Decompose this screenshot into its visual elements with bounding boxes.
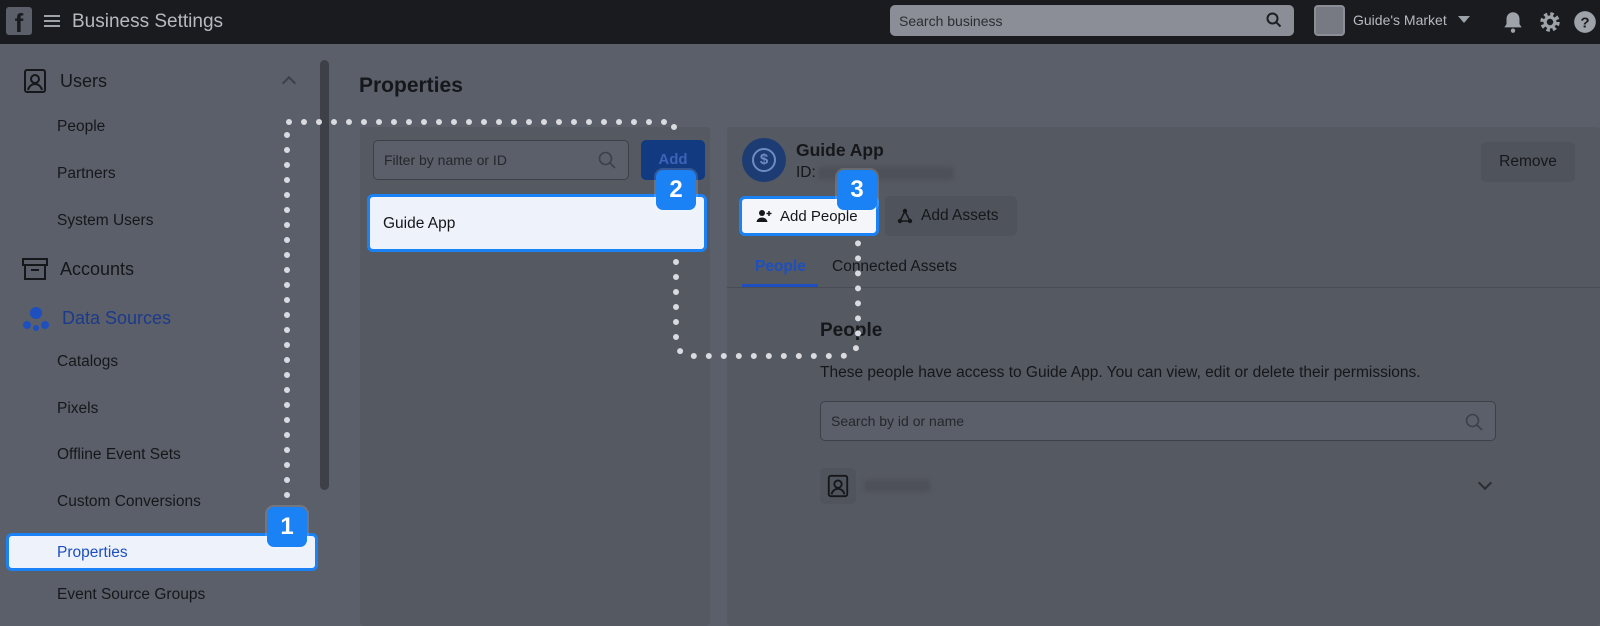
app-dollar-icon: $ (742, 138, 786, 182)
sidebar-section-data-sources[interactable]: Data Sources (22, 304, 171, 332)
sidebar-item-custom-conversions[interactable]: Custom Conversions (57, 493, 201, 511)
step-badge-1: 1 (267, 507, 307, 547)
people-heading: People (820, 320, 883, 341)
sidebar-item-partners[interactable]: Partners (57, 165, 116, 183)
sidebar-item-catalogs[interactable]: Catalogs (57, 353, 118, 371)
svg-text:?: ? (1580, 14, 1589, 31)
search-icon (598, 151, 616, 169)
sidebar-section-label: Data Sources (62, 307, 172, 328)
person-name-redacted (864, 480, 930, 492)
chevron-down-icon[interactable] (1458, 16, 1470, 23)
tab-connected-assets[interactable]: Connected Assets (832, 258, 957, 276)
sidebar-item-event-source-groups[interactable]: Event Source Groups (57, 586, 205, 604)
assets-icon (897, 208, 913, 224)
app-title: Business Settings (72, 11, 224, 32)
data-sources-icon (23, 307, 49, 331)
sidebar-section-label: Accounts (60, 258, 135, 279)
sidebar-item-people[interactable]: People (57, 118, 105, 136)
filter-input[interactable] (374, 141, 628, 179)
top-bar: f Business Settings Guide's Market ? (0, 0, 1600, 44)
sidebar-item-label: Properties (57, 544, 128, 561)
business-avatar[interactable] (1314, 5, 1345, 36)
help-icon[interactable]: ? (1572, 9, 1598, 35)
page-title: Properties (359, 74, 463, 97)
tab-people[interactable]: People (755, 258, 806, 276)
sidebar-section-accounts[interactable]: Accounts (22, 257, 134, 281)
facebook-logo-icon[interactable]: f (6, 7, 32, 38)
people-search-input[interactable] (821, 402, 1495, 440)
gear-icon[interactable] (1537, 9, 1563, 35)
add-people-label: Add People (780, 207, 858, 225)
search-business-field[interactable] (890, 5, 1294, 36)
remove-button[interactable]: Remove (1481, 142, 1575, 182)
business-switcher[interactable]: Guide's Market (1353, 12, 1447, 28)
people-search-field[interactable] (820, 401, 1496, 441)
add-assets-label: Add Assets (921, 207, 999, 224)
filter-field[interactable] (373, 140, 629, 180)
bell-icon[interactable] (1500, 9, 1526, 35)
sidebar-item-system-users[interactable]: System Users (57, 212, 153, 230)
search-icon (1266, 12, 1282, 28)
add-assets-button[interactable]: Add Assets (885, 196, 1017, 236)
sidebar-scrollbar[interactable] (320, 60, 329, 490)
search-icon (1465, 413, 1483, 431)
people-description: These people have access to Guide App. Y… (820, 364, 1421, 381)
sidebar-section-label: Users (60, 70, 108, 91)
sidebar-section-users[interactable]: Users (22, 68, 107, 94)
app-name: Guide App (796, 140, 884, 160)
sidebar-item-pixels[interactable]: Pixels (57, 400, 98, 418)
person-avatar-icon (820, 468, 856, 504)
step-badge-3: 3 (837, 170, 877, 210)
tab-divider (727, 287, 1600, 288)
users-icon (24, 69, 46, 93)
step-badge-2: 2 (656, 170, 696, 210)
add-person-icon (756, 210, 772, 222)
app-id-label: ID: (796, 164, 816, 181)
active-tab-indicator (742, 284, 818, 287)
hamburger-menu-icon[interactable] (44, 13, 60, 29)
search-business-input[interactable] (890, 5, 1294, 36)
archive-icon (22, 258, 48, 280)
property-name: Guide App (383, 215, 456, 232)
sidebar-item-offline-event-sets[interactable]: Offline Event Sets (57, 446, 181, 464)
